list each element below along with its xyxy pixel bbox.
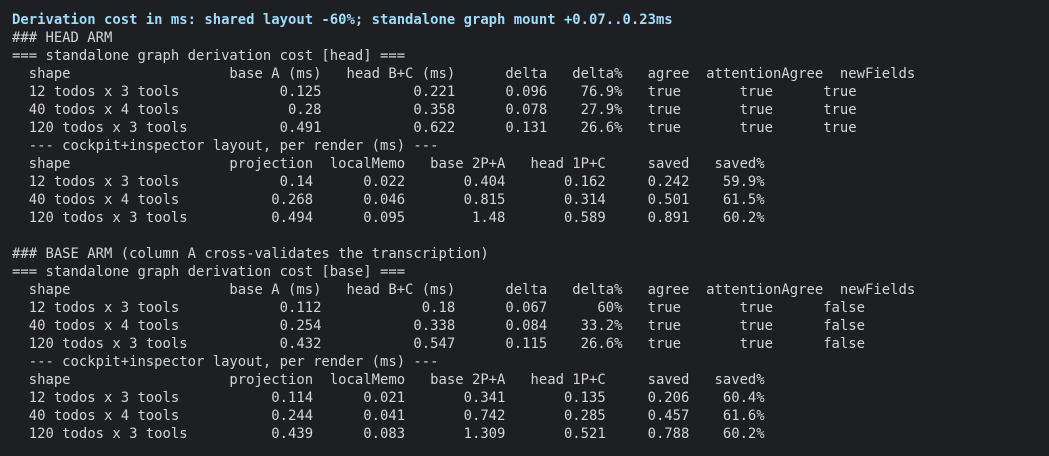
base-derivation-row: 120 todos x 3 tools 0.432 0.547 0.115 26… [12,336,866,352]
head-derivation-row: 12 todos x 3 tools 0.125 0.221 0.096 76.… [12,84,857,100]
base-section-title: === standalone graph derivation cost [ba… [12,264,406,280]
head-layout-table-header: shape projection localMemo base 2P+A hea… [12,156,765,172]
base-layout-table-header: shape projection localMemo base 2P+A hea… [12,372,765,388]
head-layout-row: 40 todos x 4 tools 0.268 0.046 0.815 0.3… [12,192,765,208]
base-layout-row: 12 todos x 3 tools 0.114 0.021 0.341 0.1… [12,390,765,406]
base-layout-subtitle: --- cockpit+inspector layout, per render… [12,354,439,370]
head-layout-subtitle: --- cockpit+inspector layout, per render… [12,138,439,154]
base-layout-row: 40 todos x 4 tools 0.244 0.041 0.742 0.2… [12,408,765,424]
head-derivation-table-header: shape base A (ms) head B+C (ms) delta de… [12,66,916,82]
base-derivation-table-header: shape base A (ms) head B+C (ms) delta de… [12,282,916,298]
base-layout-row: 120 todos x 3 tools 0.439 0.083 1.309 0.… [12,426,765,442]
head-section-title: === standalone graph derivation cost [he… [12,48,406,64]
base-arm-heading: ### BASE ARM (column A cross-validates t… [12,246,489,262]
head-layout-row: 12 todos x 3 tools 0.14 0.022 0.404 0.16… [12,174,765,190]
head-arm-heading: ### HEAD ARM [12,30,113,46]
output-heading: Derivation cost in ms: shared layout -60… [12,12,673,28]
head-layout-row: 120 todos x 3 tools 0.494 0.095 1.48 0.5… [12,210,765,226]
head-derivation-row: 40 todos x 4 tools 0.28 0.358 0.078 27.9… [12,102,857,118]
head-derivation-row: 120 todos x 3 tools 0.491 0.622 0.131 26… [12,120,857,136]
terminal-output: Derivation cost in ms: shared layout -60… [12,11,1042,443]
base-derivation-row: 40 todos x 4 tools 0.254 0.338 0.084 33.… [12,318,866,334]
base-derivation-row: 12 todos x 3 tools 0.112 0.18 0.067 60% … [12,300,866,316]
